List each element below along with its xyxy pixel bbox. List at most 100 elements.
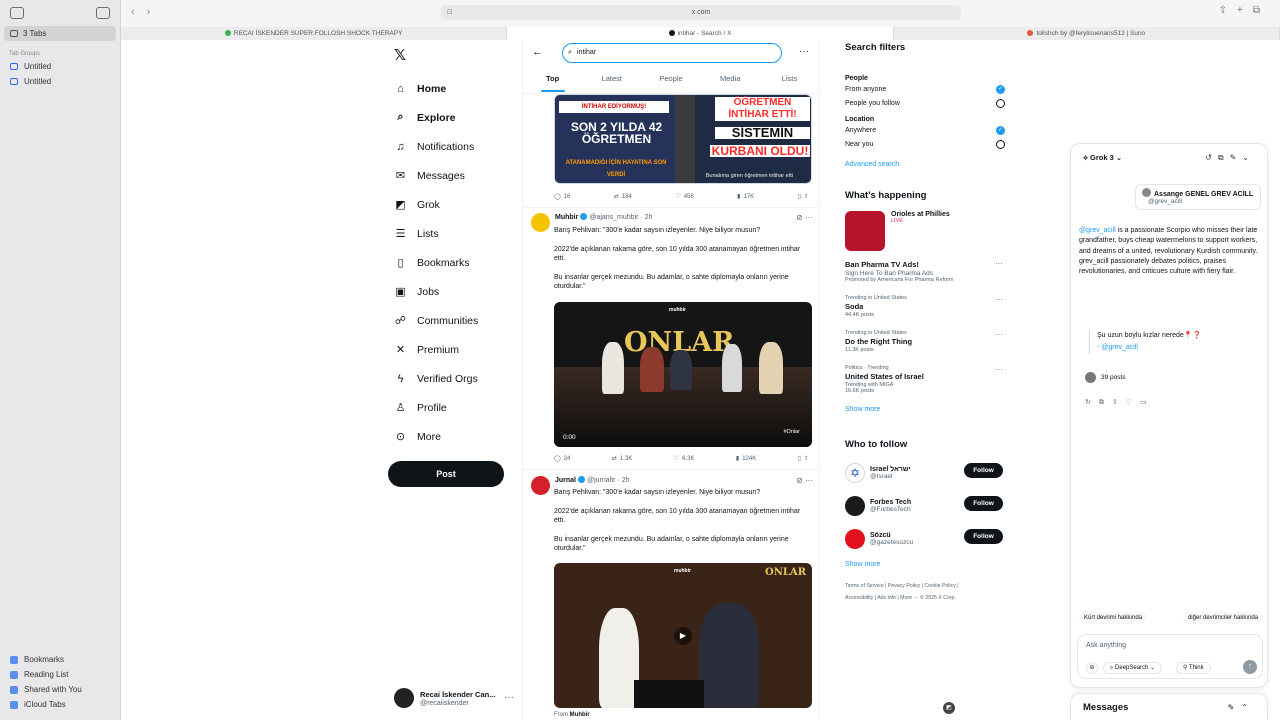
views-button[interactable]: ▮ 17K xyxy=(737,193,754,200)
filter-near-you[interactable]: Near you xyxy=(845,137,1005,151)
show-more-trends[interactable]: Show more xyxy=(845,406,1005,413)
footer-links[interactable]: Terms of Service | Privacy Policy | Cook… xyxy=(845,580,1005,604)
post-button[interactable]: Post xyxy=(388,461,504,487)
promoted-trend[interactable]: Ban Pharma TV Ads! Sign Here To Ban Phar… xyxy=(845,259,1005,283)
browser-tab-active[interactable]: intihar - Search / X xyxy=(507,27,894,40)
nav-notifications[interactable]: ♫ Notifications xyxy=(388,132,518,161)
suggestion-chip[interactable]: diğer devrimciler hakkında xyxy=(1182,612,1263,624)
account-switcher[interactable]: Recai İskender Can... @recaiiskender ··· xyxy=(394,688,514,708)
show-more-follow[interactable]: Show more xyxy=(845,561,1005,568)
browser-tab[interactable]: RECAI İSKENDER SUPER FOLLOSH SHOCK THERA… xyxy=(121,27,508,40)
follow-suggestion[interactable]: Sözcü @gazetesozcu Follow xyxy=(845,522,1005,555)
tab-latest[interactable]: Latest xyxy=(582,73,641,93)
shared-with-you-item[interactable]: Shared with You xyxy=(0,682,120,697)
grok-header-icons[interactable]: ↺⧉✎⌄ xyxy=(1205,153,1255,163)
tweet-author[interactable]: Jurnal @jurnaltr · 2h xyxy=(555,476,630,484)
tab-strip: RECAI İSKENDER SUPER FOLLOSH SHOCK THERA… xyxy=(121,27,1280,40)
nav-jobs[interactable]: ▣ Jobs xyxy=(388,277,518,306)
views-button[interactable]: ▮ 124K xyxy=(736,455,756,462)
tab-people[interactable]: People xyxy=(641,73,700,93)
grok-response-actions[interactable]: ↻⧉⇧♡▭ xyxy=(1085,398,1155,407)
follow-suggestion[interactable]: Forbes Tech @ForbesTech Follow xyxy=(845,489,1005,522)
grok-floating-icon[interactable]: ◩ xyxy=(943,702,955,714)
sidebar-toggle-icon[interactable] xyxy=(10,7,24,19)
tab-media[interactable]: Media xyxy=(701,73,760,93)
repost-button[interactable]: ⇄ 184 xyxy=(614,193,632,200)
nav-messages[interactable]: ✉ Messages xyxy=(388,161,518,190)
toolbar-actions[interactable]: ⇪+⧉ xyxy=(1219,5,1270,16)
nav-home[interactable]: ⌂ Home xyxy=(388,74,518,103)
nav-verified-orgs[interactable]: ϟ Verified Orgs xyxy=(388,364,518,393)
nav-explore[interactable]: ⌕ Explore xyxy=(388,103,518,132)
more-dots-icon[interactable]: ··· xyxy=(799,46,809,57)
avatar xyxy=(394,688,414,708)
sidebar-toolbar xyxy=(0,0,120,26)
search-input[interactable]: ⌕ intihar xyxy=(562,43,782,63)
grok-more-icons[interactable]: ⊘ ··· xyxy=(796,213,813,222)
play-icon[interactable]: ▶ xyxy=(674,626,692,645)
quoted-from[interactable]: From Muhbir xyxy=(554,712,590,718)
follow-button[interactable]: Follow xyxy=(964,463,1003,478)
nav-arrows[interactable]: ‹› xyxy=(131,6,162,18)
attach-icon[interactable]: ⊘ xyxy=(1086,662,1098,674)
grok-user-card[interactable]: Assange GENEL GREV ACİLL @grev_acill xyxy=(1135,184,1261,210)
tab-group-item[interactable]: Untitled xyxy=(0,74,120,89)
nav-grok[interactable]: ◩ Grok xyxy=(388,190,518,219)
back-arrow-icon[interactable]: ← xyxy=(532,46,543,58)
follow-button[interactable]: Follow xyxy=(964,529,1003,544)
nav-profile[interactable]: ♙ Profile xyxy=(388,393,518,422)
grok-quote: Şu uzun boylu kızlar nerede📍❓ - @grev_ac… xyxy=(1089,330,1259,354)
filter-people-you-follow[interactable]: People you follow xyxy=(845,96,1005,110)
deepsearch-toggle[interactable]: ⌕ DeepSearch ⌄ xyxy=(1103,662,1163,674)
browser-tab[interactable]: tolishch by @ferylisuenans512 | Suno xyxy=(893,27,1280,40)
advanced-search-link[interactable]: Advanced search xyxy=(845,161,1005,168)
bookmark-share[interactable]: ▯ ⇧ xyxy=(798,455,812,462)
follow-button[interactable]: Follow xyxy=(964,496,1003,511)
repost-button[interactable]: ⇄ 1.3K xyxy=(612,455,632,462)
tab-group-item[interactable]: Untitled xyxy=(0,59,120,74)
reply-button[interactable]: ◯ 16 xyxy=(554,193,570,200)
tweet-video[interactable]: ONLAR muhbir ▶ xyxy=(554,563,812,708)
nav-premium[interactable]: ✕ Premium xyxy=(388,335,518,364)
nav-lists[interactable]: ☰ Lists xyxy=(388,219,518,248)
bookmark-share[interactable]: ▯ ⇧ xyxy=(798,193,812,200)
nav-communities[interactable]: ☍ Communities xyxy=(388,306,518,335)
bookmarks-item[interactable]: Bookmarks xyxy=(0,652,120,667)
reply-button[interactable]: ◯ 24 xyxy=(554,455,570,462)
address-bar[interactable]: ⊡ x.com xyxy=(441,5,961,20)
think-toggle[interactable]: ⚲ Think xyxy=(1176,662,1211,674)
trend-item[interactable]: Politics · Trending United States of Isr… xyxy=(845,365,1005,394)
lock-icon: ⊡ xyxy=(447,9,453,16)
nav-more[interactable]: ⊙ More xyxy=(388,422,518,451)
icloud-tabs-item[interactable]: iCloud Tabs xyxy=(0,697,120,712)
tab-overview-icon[interactable] xyxy=(96,7,110,19)
tweet-image[interactable]: İNTİHAR EDİYORMUŞ! SON 2 YILDA 42 ÖĞRETM… xyxy=(554,94,812,184)
avatar[interactable] xyxy=(531,213,550,232)
nav-bookmarks[interactable]: ▯ Bookmarks xyxy=(388,248,518,277)
follow-suggestion[interactable]: ✡ Israel ישראל @Israel Follow xyxy=(845,456,1005,489)
live-event[interactable]: Orioles at Phillies LIVE xyxy=(845,211,1005,251)
tweet-video[interactable]: muhbir ONLAR 0:00 #Onlar xyxy=(554,302,812,447)
send-arrow-icon[interactable]: ↑ xyxy=(1243,660,1257,674)
tabs-row[interactable]: 3 Tabs xyxy=(4,26,116,41)
tab-top[interactable]: Top xyxy=(523,73,582,93)
filter-from-anyone[interactable]: From anyone ✓ xyxy=(845,82,1005,96)
tab-lists[interactable]: Lists xyxy=(760,73,819,93)
suggestion-chip[interactable]: Kürt devrimi hakkında xyxy=(1079,612,1148,624)
reading-list-item[interactable]: Reading List xyxy=(0,667,120,682)
grok-ask-input[interactable]: Ask anything ⊘ ⌕ DeepSearch ⌄ ⚲ Think ↑ xyxy=(1077,634,1263,679)
trend-item[interactable]: Trending in United States Do the Right T… xyxy=(845,330,1005,353)
x-logo-icon[interactable]: 𝕏 xyxy=(394,46,518,64)
grok-more-icons[interactable]: ⊘ ··· xyxy=(796,476,813,485)
like-button[interactable]: ♡ 458 xyxy=(675,193,693,200)
grok-model-selector[interactable]: ⟡ Grok 3 ⌄ xyxy=(1083,153,1122,163)
filter-anywhere[interactable]: Anywhere ✓ xyxy=(845,123,1005,137)
grok-posts-link[interactable]: 39 posts xyxy=(1085,372,1126,383)
trend-item[interactable]: Trending in United States Soda 44.4K pos… xyxy=(845,295,1005,318)
video-hashtag: #Onlar xyxy=(783,429,800,435)
like-button[interactable]: ♡ 6.3K xyxy=(674,455,695,462)
messages-drawer[interactable]: Messages ✎⌃ xyxy=(1070,693,1268,720)
tweet-author[interactable]: Muhbir @ajans_muhbir · 2h xyxy=(555,213,652,221)
avatar[interactable] xyxy=(531,476,550,495)
messages-drawer-icons[interactable]: ✎⌃ xyxy=(1228,703,1255,712)
